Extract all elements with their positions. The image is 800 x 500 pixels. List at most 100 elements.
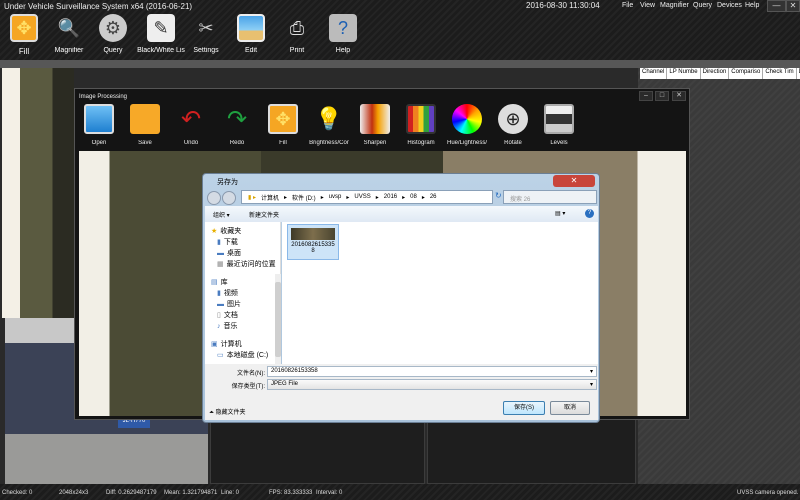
organize-button[interactable]: 组织 ▾	[213, 210, 230, 219]
nav-libraries[interactable]: ▤ 库	[211, 277, 228, 287]
ip-minimize-button[interactable]: –	[639, 91, 653, 101]
col-comparison[interactable]: Compariso	[729, 68, 764, 79]
dialog-close-button[interactable]: ✕	[553, 175, 595, 187]
redo-icon: ↷	[226, 105, 248, 133]
ip-fill-button[interactable]: ✥ Fill	[260, 104, 306, 146]
ip-maximize-button[interactable]: □	[655, 91, 669, 101]
search-input[interactable]: 搜索 26	[503, 190, 597, 204]
ip-sharpen-button[interactable]: Sharpen	[352, 104, 398, 146]
filetype-select[interactable]: JPEG File ▾	[267, 379, 597, 390]
breadcrumb-26[interactable]: 26	[430, 194, 437, 200]
breadcrumb-uvss[interactable]: UVSS	[354, 194, 370, 200]
ip-histogram-button[interactable]: Histogram	[398, 104, 444, 146]
nav-downloads[interactable]: ▮ 下载	[217, 237, 238, 247]
ip-levels-button[interactable]: Levels	[536, 104, 582, 146]
breadcrumb-uvsp[interactable]: uvsp	[329, 194, 342, 200]
nav-favorites[interactable]: ★ 收藏夹	[211, 226, 241, 236]
nav-videos[interactable]: ▮ 视频	[217, 288, 238, 298]
file-thumbnail	[291, 228, 335, 240]
notepad-icon: ✎	[147, 14, 175, 42]
view-options-icon[interactable]: ▤ ▾	[555, 210, 565, 217]
breadcrumb-08[interactable]: 08	[410, 194, 417, 200]
minimize-button[interactable]: —	[767, 0, 786, 12]
dialog-title: 另存为	[217, 179, 238, 186]
dropdown-icon: ▾	[589, 382, 593, 388]
file-list: 2016082615335 8	[282, 222, 598, 364]
col-channel[interactable]: Channel	[640, 68, 668, 79]
address-bar[interactable]: ▮ ▸ 计算机 ▸ 软件 (D:) ▸ uvsp ▸ UVSS ▸ 2016 ▸ 08 ▸ …	[241, 190, 493, 204]
rotate-icon: ⊕	[498, 104, 528, 134]
status-message: UVSS camera opened.	[737, 490, 799, 496]
filename-input[interactable]: 20160826153358 ▾	[267, 366, 597, 377]
menu-devices[interactable]: Devices	[717, 2, 742, 9]
tools-icon: ✂	[198, 17, 214, 38]
color-wheel-icon	[452, 104, 482, 134]
filename-label: 文件名(N):	[237, 371, 265, 377]
col-lp-number[interactable]: LP Numbe	[667, 68, 701, 79]
file-item[interactable]: 2016082615335 8	[287, 224, 339, 260]
breadcrumb-drive[interactable]: 软件 (D:)	[292, 193, 316, 202]
undo-icon: ↶	[180, 105, 202, 133]
menu-file[interactable]: File	[622, 2, 633, 9]
ip-open-button[interactable]: Open	[76, 104, 122, 146]
status-interval: Interval: 0	[316, 490, 343, 496]
dialog-footer: 文件名(N): 20160826153358 ▾ 保存类型(T): JPEG Fi…	[205, 364, 598, 420]
filetype-label: 保存类型(T):	[231, 384, 265, 390]
save-as-dialog: 另存为 ✕ ▮ ▸ 计算机 ▸ 软件 (D:) ▸ uvsp ▸ UVSS ▸ 2016…	[202, 173, 600, 423]
new-folder-button[interactable]: 新建文件夹	[249, 210, 279, 219]
nav-pictures[interactable]: ▬ 图片	[217, 299, 241, 309]
menu-help[interactable]: Help	[745, 2, 759, 9]
refresh-icon[interactable]: ↻	[495, 191, 502, 200]
ip-redo-button[interactable]: ↷ Redo	[214, 104, 260, 147]
sharpen-icon	[360, 104, 390, 134]
nav-computer[interactable]: ▣ 计算机	[211, 339, 242, 349]
nav-documents[interactable]: ▯ 文档	[217, 310, 238, 320]
back-button[interactable]	[207, 191, 221, 205]
database-help-icon: ?	[329, 14, 357, 42]
breadcrumb-computer[interactable]: 计算机	[261, 193, 279, 202]
col-direction[interactable]: Direction	[701, 68, 730, 79]
fill-icon: ✥	[268, 104, 298, 134]
undercarriage-image-left	[2, 68, 74, 318]
dropdown-icon: ▾	[589, 369, 593, 375]
status-diff: Diff: 0.2629487179	[106, 490, 157, 496]
records-table-header: Channel LP Numbe Direction Compariso Che…	[640, 68, 800, 79]
nav-desktop[interactable]: ▬ 桌面	[217, 248, 241, 258]
help-icon[interactable]: ?	[585, 209, 594, 218]
save-button[interactable]: 保存(S)	[503, 401, 545, 415]
status-fps: FPS: 83.333333	[269, 490, 313, 496]
status-line: Line: 0	[221, 490, 240, 496]
printer-icon: ⎙	[289, 17, 305, 38]
status-resolution: 2048x24x3	[59, 490, 89, 496]
cancel-button[interactable]: 取消	[550, 401, 590, 415]
ip-rotate-button[interactable]: ⊕ Rotate	[490, 104, 536, 146]
breadcrumb-2016[interactable]: 2016	[384, 194, 397, 200]
fill-icon: ✥	[10, 14, 38, 42]
picture-icon	[237, 14, 265, 42]
col-d[interactable]: D	[797, 68, 800, 79]
dialog-toolbar: 组织 ▾ 新建文件夹 ▤ ▾ ?	[205, 206, 598, 222]
hide-folders-button[interactable]: ⏶ 隐藏文件夹	[209, 407, 245, 417]
menu-magnifier[interactable]: Magnifier	[660, 2, 689, 9]
menu-view[interactable]: View	[640, 2, 655, 9]
nav-local-disk-c[interactable]: ▭ 本地磁盘 (C:)	[217, 350, 268, 360]
histogram-icon	[406, 104, 436, 134]
ip-brightness-button[interactable]: 💡 Brightness/Cor	[306, 104, 352, 146]
menu-query[interactable]: Query	[693, 2, 712, 9]
status-mean: Mean: 1.321794871	[164, 490, 218, 496]
nav-recent-places[interactable]: ▦ 最近访问的位置	[217, 259, 276, 269]
status-bar: Checked: 0 2048x24x3 Diff: 0.2629487179 …	[0, 484, 800, 500]
folder-icon: ▮ ▸	[248, 194, 256, 201]
ip-close-button[interactable]: ✕	[672, 91, 686, 101]
ip-undo-button[interactable]: ↶ Undo	[168, 104, 214, 147]
forward-button[interactable]	[222, 191, 236, 205]
ip-hue-lightness-button[interactable]: Hue/Lightness/	[444, 104, 490, 146]
nav-music[interactable]: ♪ 音乐	[217, 321, 238, 331]
ip-save-button[interactable]: Save	[122, 104, 168, 146]
film-reel-icon: ⚙	[99, 14, 127, 42]
toolbar-help[interactable]: ? Help	[315, 14, 371, 54]
col-check-time[interactable]: Check Tim	[763, 68, 797, 79]
close-button[interactable]: ✕	[786, 0, 800, 12]
divider-bar	[0, 60, 800, 68]
status-checked: Checked: 0	[2, 490, 33, 496]
